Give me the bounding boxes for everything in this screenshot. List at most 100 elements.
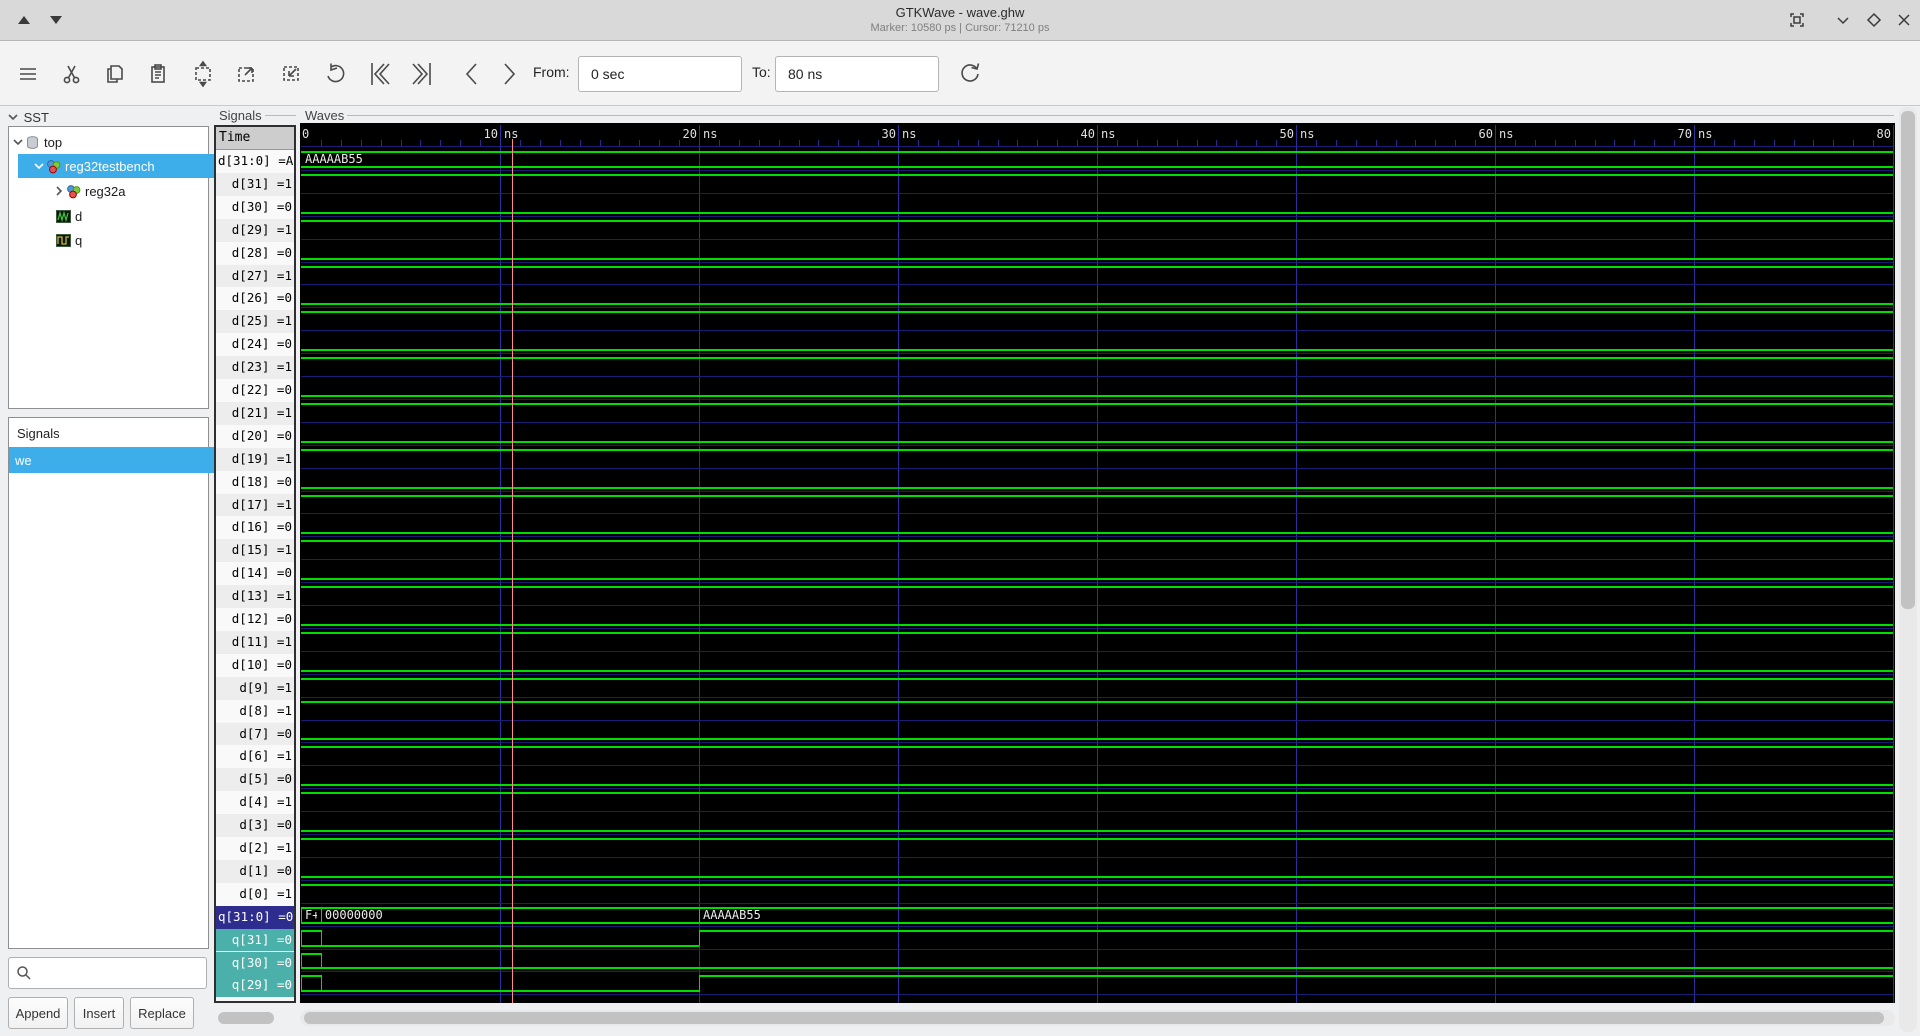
replace-button[interactable]: Replace (130, 997, 194, 1029)
lane-grid-line (301, 696, 1893, 698)
to-input[interactable] (775, 56, 939, 92)
signal-row[interactable]: d[21] =1 (216, 401, 294, 425)
bit-box-top (301, 952, 321, 955)
close-button[interactable] (1893, 9, 1915, 31)
signal-row[interactable]: q[29] =0 (216, 974, 294, 998)
chevron-down-icon[interactable] (32, 159, 46, 173)
lane-grid-line (301, 719, 1893, 721)
signal-row[interactable]: d[19] =1 (216, 447, 294, 471)
fullscreen-button[interactable] (1786, 9, 1808, 31)
paste-button[interactable] (141, 57, 175, 91)
signal-row[interactable]: d[11] =1 (216, 630, 294, 654)
zoom-fit-icon (195, 60, 211, 88)
wave-canvas[interactable]: 010ns20ns30ns40ns50ns60ns70ns80nsAAAAAB5… (300, 123, 1895, 1003)
signal-row[interactable]: d[31:0] =A (216, 150, 294, 173)
signal-row[interactable]: q[30] =0 (216, 951, 294, 975)
marker-line[interactable] (511, 139, 513, 1003)
signal-row[interactable]: d[25] =1 (216, 310, 294, 334)
zoom-fit-button[interactable] (186, 57, 220, 91)
bit-level-line (320, 990, 699, 993)
undo-button[interactable] (318, 57, 352, 91)
step-right-button[interactable] (492, 57, 526, 91)
tree-item-reg32testbench[interactable]: reg32testbench (18, 154, 215, 178)
signal-row[interactable]: d[0] =1 (216, 882, 294, 906)
signal-row[interactable]: d[24] =0 (216, 333, 294, 357)
signal-row[interactable]: q[31] =0 (216, 928, 294, 952)
search-input[interactable] (8, 957, 207, 989)
skip-to-end-button[interactable] (406, 57, 440, 91)
time-header: Time (216, 127, 294, 150)
copy-button[interactable] (98, 57, 132, 91)
signal-row[interactable]: d[8] =1 (216, 699, 294, 723)
chevron-right-icon[interactable] (52, 184, 66, 198)
lane-grid-line (301, 811, 1893, 813)
signal-row[interactable]: d[6] =1 (216, 745, 294, 769)
signal-row[interactable]: d[23] =1 (216, 356, 294, 379)
ruler-tick-unit: ns (703, 127, 718, 141)
signal-row[interactable]: d[18] =0 (216, 470, 294, 494)
signal-row[interactable]: d[5] =0 (216, 768, 294, 792)
signal-row[interactable]: d[30] =0 (216, 195, 294, 219)
bit-box-top (301, 975, 321, 978)
wave-vscrollbar-thumb[interactable] (1901, 111, 1915, 609)
signal-row[interactable]: d[10] =0 (216, 653, 294, 677)
tree-item-top[interactable]: top (11, 130, 208, 154)
signal-row[interactable]: d[29] =1 (216, 218, 294, 242)
bit-level-line (301, 875, 1893, 878)
chevron-down-icon[interactable] (11, 135, 25, 149)
bit-level-line (320, 967, 1893, 970)
signal-row[interactable]: d[14] =0 (216, 562, 294, 586)
ruler-tick-number: 40 (1080, 127, 1095, 141)
maximize-button[interactable] (1863, 9, 1885, 31)
ruler-tick-number: 70 (1677, 127, 1692, 141)
signal-row[interactable]: d[31] =1 (216, 172, 294, 196)
sst-header[interactable]: SST (6, 110, 49, 125)
tree-item-reg32a[interactable]: reg32a (18, 179, 215, 203)
signal-row[interactable]: d[16] =0 (216, 516, 294, 540)
signal-row[interactable]: d[12] =0 (216, 608, 294, 631)
signal-list-hscrollbar[interactable] (218, 1012, 274, 1024)
bit-level-line (301, 784, 1893, 787)
ruler-tick-unit: ns (1698, 127, 1713, 141)
tree-item-d[interactable]: d (18, 204, 215, 228)
signal-row[interactable]: d[27] =1 (216, 264, 294, 288)
cut-button[interactable] (55, 57, 89, 91)
signal-row[interactable]: d[17] =1 (216, 493, 294, 517)
menu-button[interactable] (11, 57, 45, 91)
bus-transition (320, 906, 322, 924)
signal-row[interactable]: d[2] =1 (216, 837, 294, 860)
bit-box-bottom (301, 944, 321, 947)
signal-row[interactable]: q[31:0] =0 (216, 905, 294, 929)
bus-transition (699, 906, 700, 924)
signal-icon (56, 233, 71, 247)
zoom-in-button[interactable] (274, 57, 308, 91)
signal-row[interactable]: d[26] =0 (216, 287, 294, 311)
signal-row[interactable]: d[15] =1 (216, 539, 294, 563)
from-input[interactable] (578, 56, 742, 92)
filter-item-we[interactable]: we (9, 447, 214, 473)
bit-level-line (301, 631, 1893, 634)
signal-row[interactable]: d[1] =0 (216, 859, 294, 883)
signal-row[interactable]: d[20] =0 (216, 424, 294, 448)
reload-button[interactable] (953, 57, 987, 91)
insert-button[interactable]: Insert (74, 997, 124, 1029)
lane-grid-line (301, 902, 1893, 904)
tree-item-q[interactable]: q (18, 228, 215, 252)
signal-row[interactable]: d[7] =0 (216, 722, 294, 746)
append-button[interactable]: Append (8, 997, 68, 1029)
signal-row[interactable]: d[4] =1 (216, 791, 294, 815)
signal-row[interactable]: d[22] =0 (216, 379, 294, 402)
minimize-button[interactable] (1832, 9, 1854, 31)
skip-to-start-button[interactable] (362, 57, 396, 91)
bus-value-text: AAAAAB55 (305, 152, 363, 166)
lane-grid-line (301, 444, 1893, 446)
signal-row[interactable]: d[28] =0 (216, 241, 294, 265)
step-left-button[interactable] (455, 57, 489, 91)
signal-row[interactable]: d[3] =0 (216, 814, 294, 837)
signal-row[interactable]: d[9] =1 (216, 676, 294, 700)
wave-hscrollbar-thumb[interactable] (304, 1012, 1884, 1024)
lane-grid-line (301, 169, 1893, 171)
titlebar: GTKWave - wave.ghw Marker: 10580 ps | Cu… (0, 0, 1920, 41)
signal-row[interactable]: d[13] =1 (216, 585, 294, 608)
zoom-out-button[interactable] (230, 57, 264, 91)
